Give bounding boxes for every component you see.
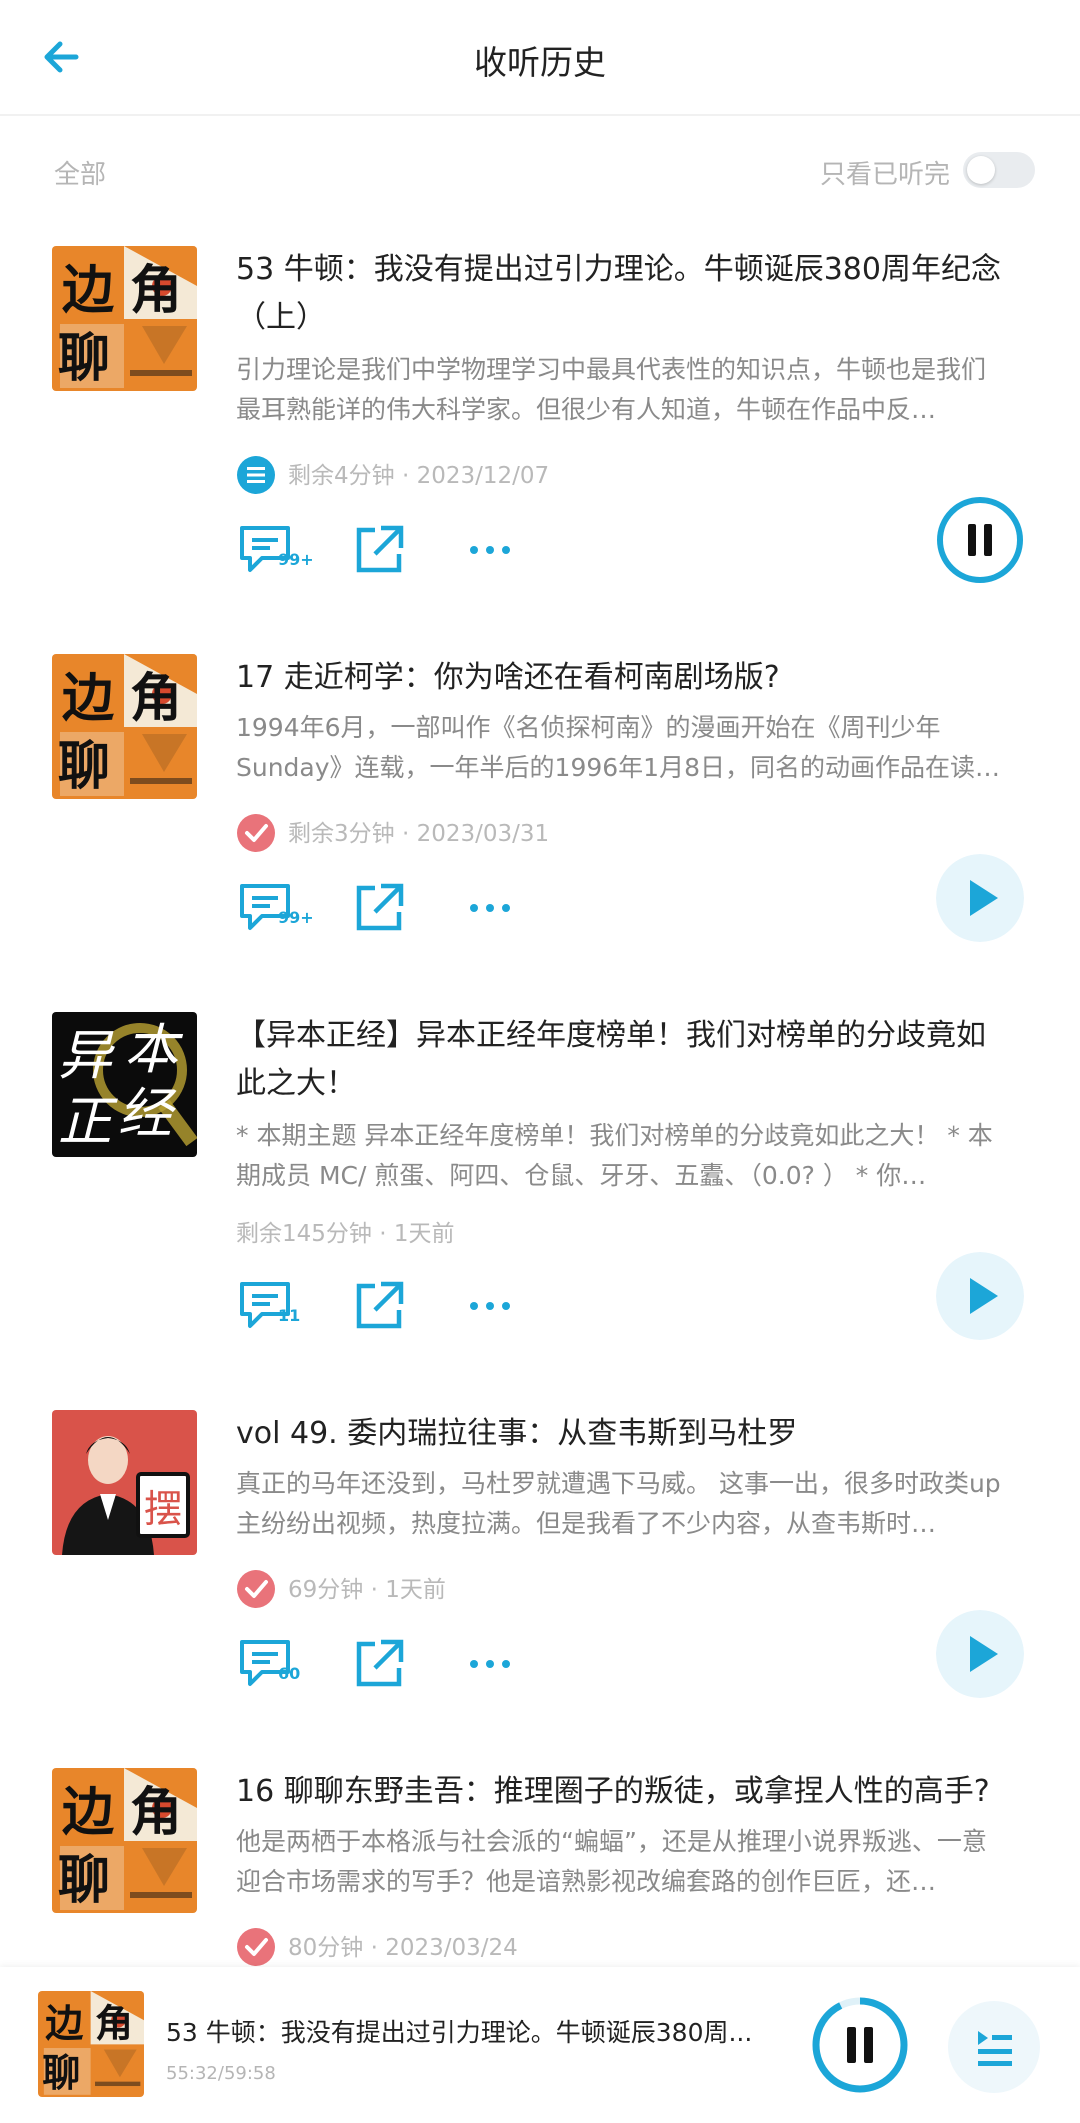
meta-text: 剩余3分钟 · 2023/03/31: [288, 821, 550, 847]
share-button[interactable]: [349, 878, 409, 938]
episode-description: 他是两栖于本格派与社会派的“蝙蝠”，还是从推理小说界叛逃、一意迎合市场需求的写手…: [236, 1827, 987, 1896]
share-button[interactable]: [349, 1634, 409, 1694]
comment-button[interactable]: 99+: [236, 520, 314, 580]
episode-title[interactable]: 【异本正经】异本正经年度榜单！我们对榜单的分歧竟如此之大！: [236, 1012, 1006, 1108]
cover-char: 经: [118, 1082, 177, 1145]
comment-button[interactable]: 11: [236, 1276, 300, 1336]
playlist-button[interactable]: [948, 2001, 1040, 2093]
episode-title[interactable]: 53 牛顿：我没有提出过引力理论。牛顿诞辰380周年纪念（上）: [236, 246, 1006, 342]
toggle-knob: [967, 156, 995, 184]
episode-title[interactable]: 17 走近柯学：你为啥还在看柯南剧场版?: [236, 654, 1006, 702]
comment-count: 11: [278, 1306, 301, 1325]
episode-meta: 剩余3分钟 · 2023/03/31: [236, 812, 549, 856]
now-playing-title[interactable]: 53 牛顿：我没有提出过引力理论。牛顿诞辰380周...: [166, 2013, 766, 2049]
podcast-cover[interactable]: 异 本 正 经: [52, 1012, 197, 1157]
share-button[interactable]: [349, 520, 409, 580]
list-item[interactable]: 17 走近柯学：你为啥还在看柯南剧场版? 1994年6月，一部叫作《名侦探柯南》…: [0, 654, 1080, 954]
episode-title[interactable]: vol 49. 委内瑞拉往事：从查韦斯到马杜罗: [236, 1410, 1006, 1458]
list-item[interactable]: 摆 vol 49. 委内瑞拉往事：从查韦斯到马杜罗 真正的马年还没到，马杜罗就遭…: [0, 1410, 1080, 1710]
playing-list-icon: [236, 455, 276, 495]
share-icon: [356, 1281, 404, 1329]
now-playing-time: 55:32/59:58: [166, 2063, 276, 2084]
share-button[interactable]: [349, 1276, 409, 1336]
action-row: 99+: [236, 878, 556, 938]
meta-text: 剩余145分钟 · 1天前: [236, 1221, 455, 1247]
pause-button[interactable]: [936, 496, 1024, 584]
cover-char: 异: [58, 1024, 115, 1087]
share-icon: [356, 1639, 404, 1687]
check-icon: [236, 1927, 276, 1967]
now-playing-cover[interactable]: [38, 1991, 144, 2097]
more-button[interactable]: [460, 878, 520, 938]
comment-button[interactable]: 99+: [236, 878, 314, 938]
check-icon: [236, 813, 276, 853]
share-icon: [356, 883, 404, 931]
episode-description: 真正的马年还没到，马杜罗就遭遇下马威。 这事一出，很多时政类up主纷纷出视频，热…: [236, 1469, 1001, 1538]
podcast-cover[interactable]: [52, 1768, 197, 1913]
play-button[interactable]: [936, 1252, 1024, 1340]
list-item[interactable]: 53 牛顿：我没有提出过引力理论。牛顿诞辰380周年纪念（上） 引力理论是我们中…: [0, 246, 1080, 586]
more-icon: [470, 904, 510, 912]
player-pause-button[interactable]: [810, 1995, 910, 2095]
more-button[interactable]: [460, 1634, 520, 1694]
episode-description: 1994年6月，一部叫作《名侦探柯南》的漫画开始在《周刊少年Sunday》连载，…: [236, 713, 1000, 782]
meta-text: 69分钟 · 1天前: [288, 1577, 446, 1603]
comment-count: 99+: [278, 550, 314, 569]
meta-text: 80分钟 · 2023/03/24: [288, 1935, 518, 1961]
page-title: 收听历史: [474, 43, 606, 82]
share-icon: [356, 525, 404, 573]
mini-player[interactable]: 53 牛顿：我没有提出过引力理论。牛顿诞辰380周... 55:32/59:58: [0, 1967, 1080, 2123]
episode-meta: 剩余4分钟 · 2023/12/07: [236, 454, 549, 498]
comment-count: 99+: [278, 908, 314, 927]
episode-description: * 本期主题 异本正经年度榜单！我们对榜单的分歧竟如此之大！ * 本期成员 MC…: [236, 1121, 993, 1190]
filter-all-tab[interactable]: 全部: [54, 154, 106, 191]
episode-meta: 剩余145分钟 · 1天前: [236, 1212, 454, 1256]
podcast-cover[interactable]: 摆: [52, 1410, 197, 1555]
more-icon: [470, 1302, 510, 1310]
cover-char: 摆: [144, 1487, 182, 1531]
meta-text: 剩余4分钟 · 2023/12/07: [288, 463, 550, 489]
comment-button[interactable]: 60: [236, 1634, 300, 1694]
list-item[interactable]: 16 聊聊东野圭吾：推理圈子的叛徒，或拿捏人性的高手? 他是两栖于本格派与社会派…: [0, 1768, 1080, 1968]
action-row: 60: [236, 1634, 556, 1694]
podcast-cover[interactable]: [52, 654, 197, 799]
episode-meta: 80分钟 · 2023/03/24: [236, 1926, 518, 1968]
more-button[interactable]: [460, 1276, 520, 1336]
action-row: 99+: [236, 520, 556, 580]
only-finished-label: 只看已听完: [819, 160, 950, 190]
play-button[interactable]: [936, 1610, 1024, 1698]
check-icon: [236, 1569, 276, 1609]
podcast-cover[interactable]: [52, 246, 197, 391]
list-item[interactable]: 异 本 正 经 【异本正经】异本正经年度榜单！我们对榜单的分歧竟如此之大！ * …: [0, 1012, 1080, 1352]
player-progress-ring: [812, 1997, 908, 2093]
more-icon: [470, 546, 510, 554]
more-button[interactable]: [460, 520, 520, 580]
comment-count: 60: [278, 1664, 301, 1683]
more-icon: [470, 1660, 510, 1668]
playlist-icon: [978, 2031, 1012, 2066]
action-row: 11: [236, 1276, 556, 1336]
episode-meta: 69分钟 · 1天前: [236, 1568, 446, 1612]
cover-char: 本: [124, 1018, 184, 1081]
episode-description: 引力理论是我们中学物理学习中最具代表性的知识点，牛顿也是我们最耳熟能详的伟大科学…: [236, 355, 987, 424]
filter-row: 全部 只看已听完: [0, 140, 1080, 200]
only-finished-toggle[interactable]: [963, 152, 1035, 188]
play-button[interactable]: [936, 854, 1024, 942]
top-bar: 收听历史: [0, 0, 1080, 116]
cover-char: 正: [58, 1090, 118, 1153]
episode-title[interactable]: 16 聊聊东野圭吾：推理圈子的叛徒，或拿捏人性的高手?: [236, 1768, 1006, 1816]
